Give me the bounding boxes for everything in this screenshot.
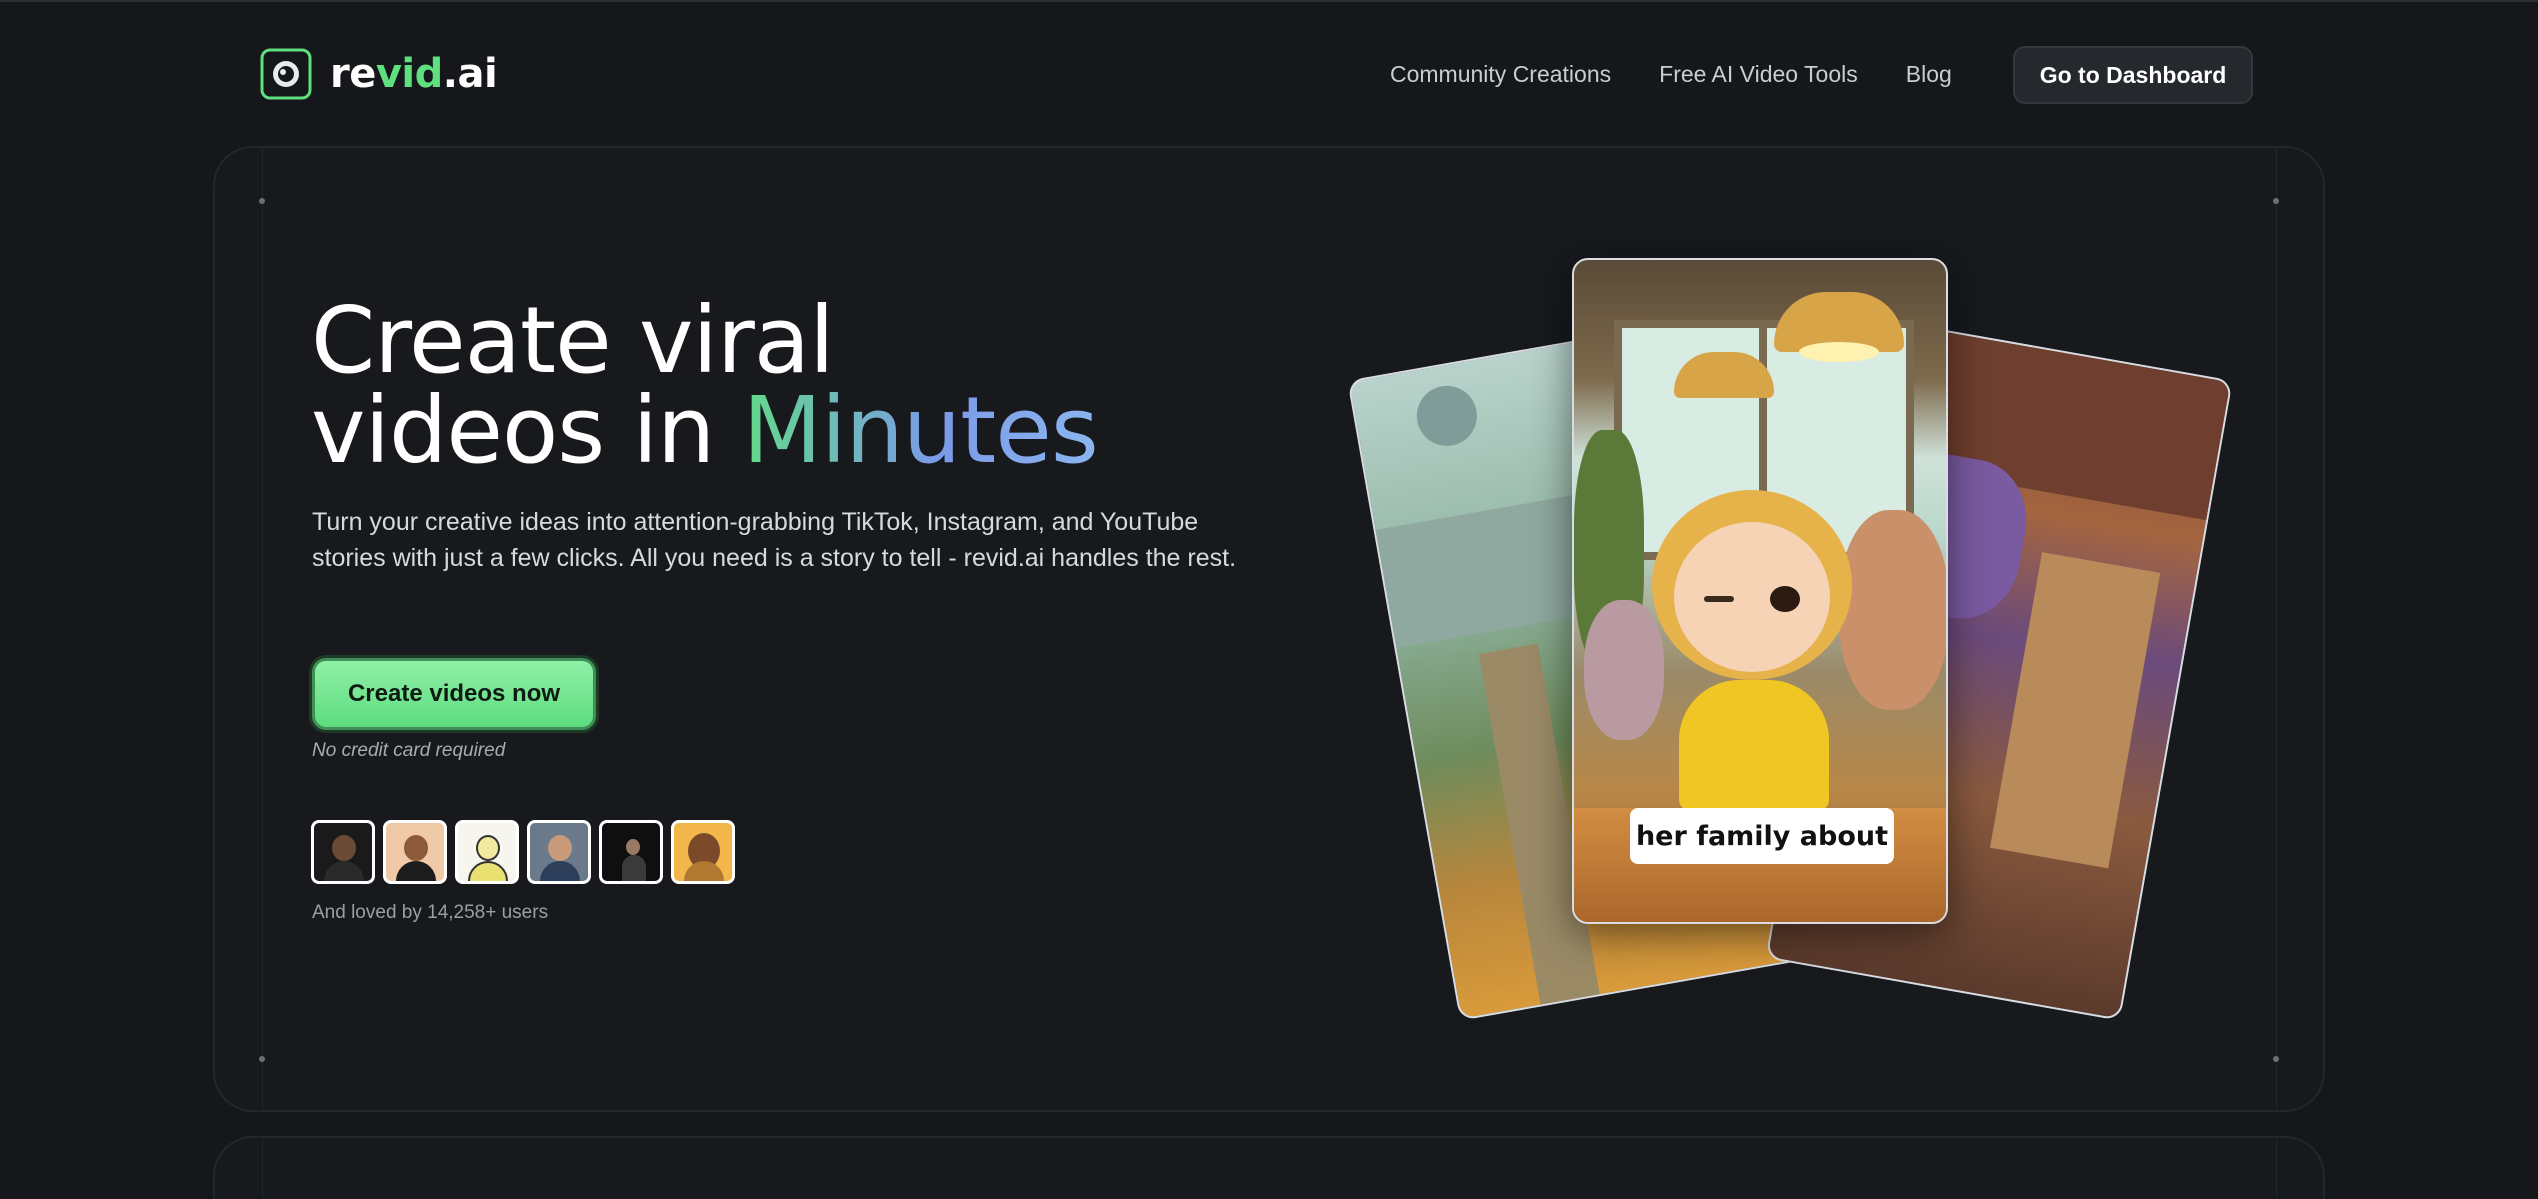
hero-subtitle: Turn your creative ideas into attention-…	[312, 508, 1237, 572]
hero-title: Create viral videos in Minutes	[311, 295, 1211, 477]
top-nav: revid.ai Community Creations Free AI Vid…	[0, 2, 2538, 142]
camera-logo-icon	[260, 48, 312, 100]
logo[interactable]: revid.ai	[260, 48, 498, 100]
avatar	[527, 820, 591, 884]
avatar	[599, 820, 663, 884]
hero-section: Create viral videos in Minutes Turn your…	[213, 146, 2325, 1112]
avatar	[383, 820, 447, 884]
girl-face	[1674, 522, 1830, 672]
logo-wordmark: revid.ai	[330, 51, 498, 97]
guide-line-left	[262, 1138, 263, 1199]
preview-card-main[interactable]: her family about	[1572, 258, 1948, 924]
loved-by-users-text: And loved by 14,258+ users	[312, 902, 549, 923]
video-caption: her family about	[1630, 808, 1894, 864]
corner-dot	[2273, 1056, 2279, 1062]
corner-dot	[259, 198, 265, 204]
nav-link-blog[interactable]: Blog	[1906, 61, 1952, 88]
avatar	[455, 820, 519, 884]
corner-dot	[259, 1056, 265, 1062]
user-avatars	[311, 820, 743, 884]
video-preview-stack: her family about	[1347, 258, 2233, 1021]
guide-line-right	[2276, 148, 2277, 1110]
girl-body	[1679, 680, 1829, 810]
create-videos-button[interactable]: Create videos now	[312, 658, 596, 730]
avatar	[311, 820, 375, 884]
next-section-card	[213, 1136, 2325, 1199]
no-credit-card-note: No credit card required	[312, 740, 506, 761]
hero-title-line2: videos in	[311, 377, 743, 484]
hero-title-highlight: Minutes	[742, 377, 1099, 484]
guide-line-left	[262, 148, 263, 1110]
corner-dot	[2273, 198, 2279, 204]
nav-links: Community Creations Free AI Video Tools …	[1390, 46, 2000, 102]
avatar	[671, 820, 735, 884]
guide-line-right	[2276, 1138, 2277, 1199]
nav-link-community-creations[interactable]: Community Creations	[1390, 61, 1611, 88]
go-to-dashboard-button[interactable]: Go to Dashboard	[2013, 46, 2253, 104]
nav-link-free-ai-video-tools[interactable]: Free AI Video Tools	[1659, 61, 1858, 88]
